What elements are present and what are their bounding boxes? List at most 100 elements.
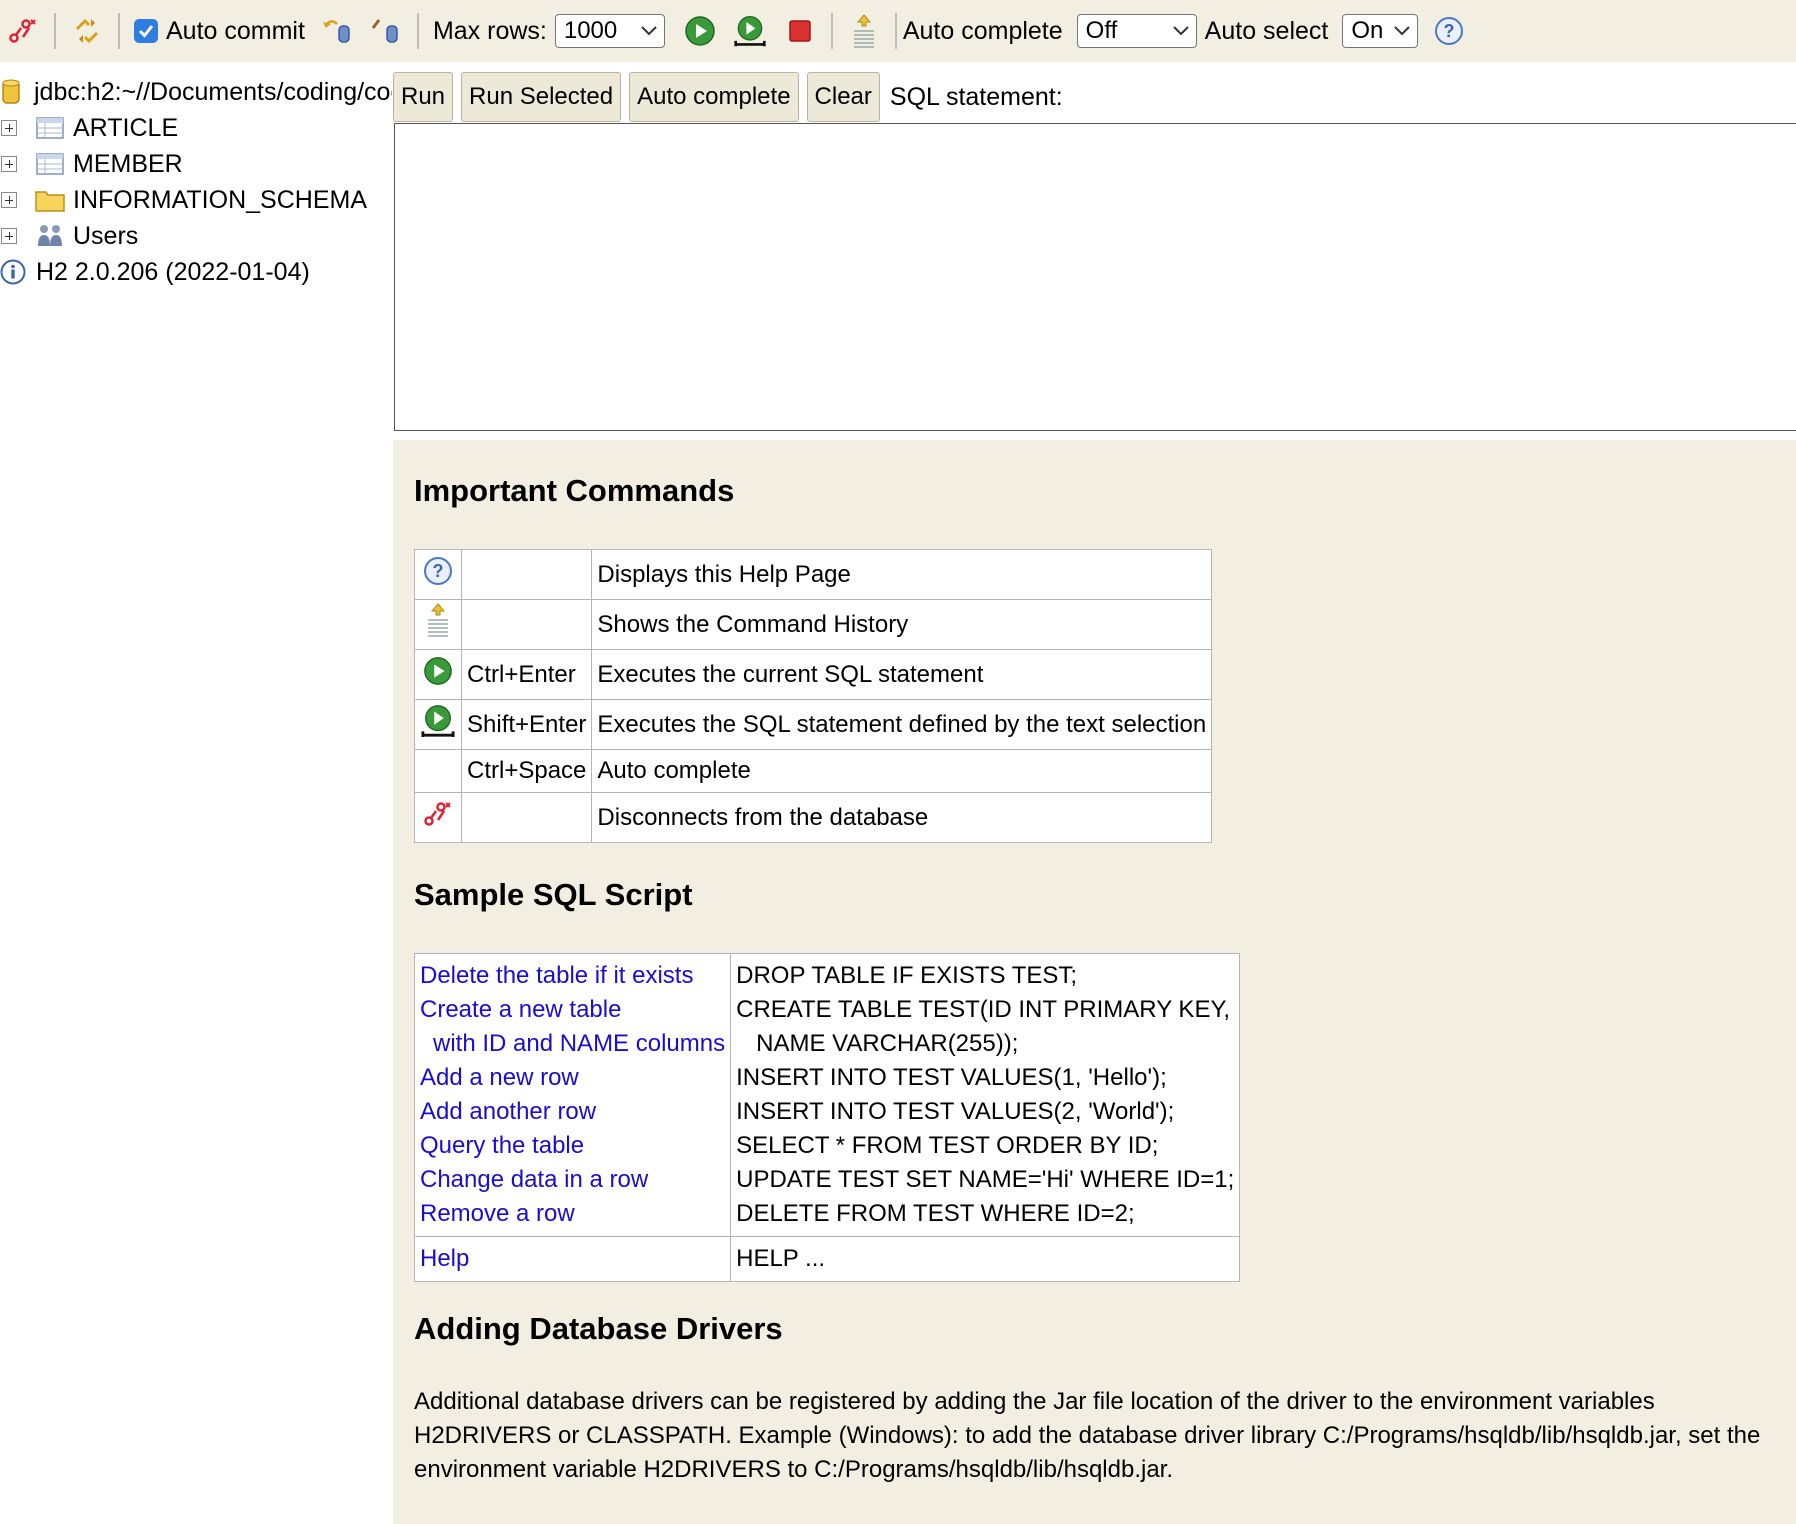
sql-editor[interactable] [394, 123, 1796, 431]
command-shortcut: Ctrl+Enter [460, 649, 593, 700]
max-rows-value: 1000 [563, 17, 618, 44]
auto-complete-button[interactable]: Auto complete [629, 72, 799, 122]
table-row: ? Displays this Help Page [414, 549, 1213, 600]
toolbar-separator [118, 13, 120, 49]
sql-statement-label: SQL statement: [889, 82, 1063, 111]
chevron-down-icon [1394, 26, 1411, 36]
command-shortcut [460, 549, 593, 600]
sample-code-line: INSERT INTO TEST VALUES(1, 'Hello'); [736, 1064, 1167, 1091]
auto-select-value: On [1351, 17, 1384, 44]
toolbar-separator [54, 13, 56, 49]
table-row: Ctrl+Enter Executes the current SQL stat… [414, 649, 1213, 700]
help-code: HELP ... [736, 1245, 826, 1272]
command-shortcut: Shift+Enter [460, 699, 593, 750]
run-selected-icon[interactable] [420, 705, 456, 744]
toolbar: Auto commit Max rows: 1000 Auto complete… [0, 0, 1796, 62]
database-icon [0, 78, 22, 106]
version-label: H2 2.0.206 (2022-01-04) [36, 257, 310, 286]
table-row: Disconnects from the database [414, 792, 1213, 843]
command-icon-cell [414, 649, 462, 700]
sample-code-line: NAME VARCHAR(255)); [756, 1030, 1019, 1057]
schema-tree: jdbc:h2:~//Documents/coding/coc ARTICLE … [0, 74, 392, 290]
connection-node[interactable]: jdbc:h2:~//Documents/coding/coc [0, 74, 392, 110]
chevron-down-icon [1172, 26, 1189, 36]
expand-icon[interactable] [1, 156, 17, 172]
drivers-text: Additional database drivers can be regis… [414, 1388, 1761, 1483]
help-icon[interactable]: ? [1432, 14, 1466, 48]
run-button[interactable]: Run [393, 72, 454, 122]
clear-button[interactable]: Clear [806, 72, 880, 122]
sample-link[interactable]: with ID and NAME columns [420, 1027, 725, 1061]
command-description: Disconnects from the database [591, 792, 1213, 843]
max-rows-select[interactable]: 1000 [554, 14, 665, 48]
tree-item-users[interactable]: Users [0, 218, 392, 254]
info-icon [0, 258, 26, 286]
history-icon[interactable] [847, 14, 881, 48]
expand-icon[interactable] [1, 192, 17, 208]
command-description: Executes the SQL statement defined by th… [591, 699, 1213, 750]
help-panel: Important Commands ? Displays this Help … [393, 440, 1796, 1524]
sample-sql-heading: Sample SQL Script [414, 877, 693, 912]
run-selected-button[interactable]: Run Selected [461, 72, 622, 122]
tree-item-information-schema[interactable]: INFORMATION_SCHEMA [0, 182, 392, 218]
sample-link[interactable]: Create a new table [420, 993, 725, 1027]
max-rows-label: Max rows: [432, 16, 547, 45]
command-description: Auto complete [591, 749, 1213, 793]
sample-code-line: INSERT INTO TEST VALUES(2, 'World'); [736, 1098, 1175, 1125]
table-row: Shows the Command History [414, 599, 1213, 650]
users-icon [35, 222, 65, 250]
refresh-icon[interactable] [70, 14, 104, 48]
command-description: Displays this Help Page [591, 549, 1213, 600]
auto-select-select[interactable]: On [1342, 14, 1419, 48]
command-description: Shows the Command History [591, 599, 1213, 650]
disconnect-icon[interactable] [6, 14, 40, 48]
help-code-cell: HELP ... [730, 1236, 1241, 1282]
command-shortcut [460, 792, 593, 843]
command-icon-cell [414, 792, 462, 843]
commit-icon[interactable] [369, 14, 403, 48]
table-icon [35, 114, 65, 142]
help-link[interactable]: Help [420, 1242, 725, 1276]
sample-link[interactable]: Delete the table if it exists [420, 959, 725, 993]
disconnect-icon[interactable] [423, 802, 453, 835]
command-icon-cell [414, 699, 462, 750]
auto-complete-value: Off [1085, 17, 1118, 44]
command-shortcut: Ctrl+Space [460, 749, 593, 793]
expand-icon[interactable] [1, 120, 17, 136]
run-selected-icon[interactable] [733, 14, 767, 48]
command-icon-cell [414, 749, 462, 793]
tree-item-article[interactable]: ARTICLE [0, 110, 392, 146]
chevron-down-icon [641, 26, 657, 36]
sample-link[interactable]: Remove a row [420, 1197, 725, 1231]
sample-code-line: UPDATE TEST SET NAME='Hi' WHERE ID=1; [736, 1166, 1235, 1193]
rollback-icon[interactable] [321, 14, 355, 48]
tree-item-label: Users [73, 221, 139, 250]
history-icon[interactable] [423, 603, 453, 646]
stop-icon[interactable] [783, 14, 817, 48]
command-description: Executes the current SQL statement [591, 649, 1213, 700]
sample-link[interactable]: Add a new row [420, 1061, 725, 1095]
sample-code-line: SELECT * FROM TEST ORDER BY ID; [736, 1132, 1159, 1159]
auto-complete-select[interactable]: Off [1076, 14, 1197, 48]
table-row: Ctrl+Space Auto complete [414, 749, 1213, 793]
drivers-heading: Adding Database Drivers [414, 1311, 783, 1346]
expand-icon[interactable] [1, 228, 17, 244]
auto-commit-checkbox[interactable] [134, 19, 158, 43]
auto-select-label: Auto select [1204, 16, 1329, 45]
sample-link[interactable]: Add another row [420, 1095, 725, 1129]
sample-code-line: DROP TABLE IF EXISTS TEST; [736, 962, 1078, 989]
tree-item-member[interactable]: MEMBER [0, 146, 392, 182]
toolbar-separator [416, 13, 419, 49]
sample-code-line: DELETE FROM TEST WHERE ID=2; [736, 1200, 1135, 1227]
query-bar: Run Run Selected Auto complete Clear SQL… [393, 72, 1063, 122]
table-icon [35, 150, 65, 178]
important-commands-heading: Important Commands [414, 473, 735, 508]
help-icon[interactable]: ? [423, 557, 453, 592]
sample-code-cell: DROP TABLE IF EXISTS TEST; CREATE TABLE … [730, 953, 1241, 1237]
run-icon[interactable] [423, 657, 453, 692]
toolbar-separator [830, 13, 833, 49]
sample-link[interactable]: Change data in a row [420, 1163, 725, 1197]
table-row: Shift+Enter Executes the SQL statement d… [414, 699, 1213, 750]
sample-link[interactable]: Query the table [420, 1129, 725, 1163]
run-icon[interactable] [683, 14, 717, 48]
